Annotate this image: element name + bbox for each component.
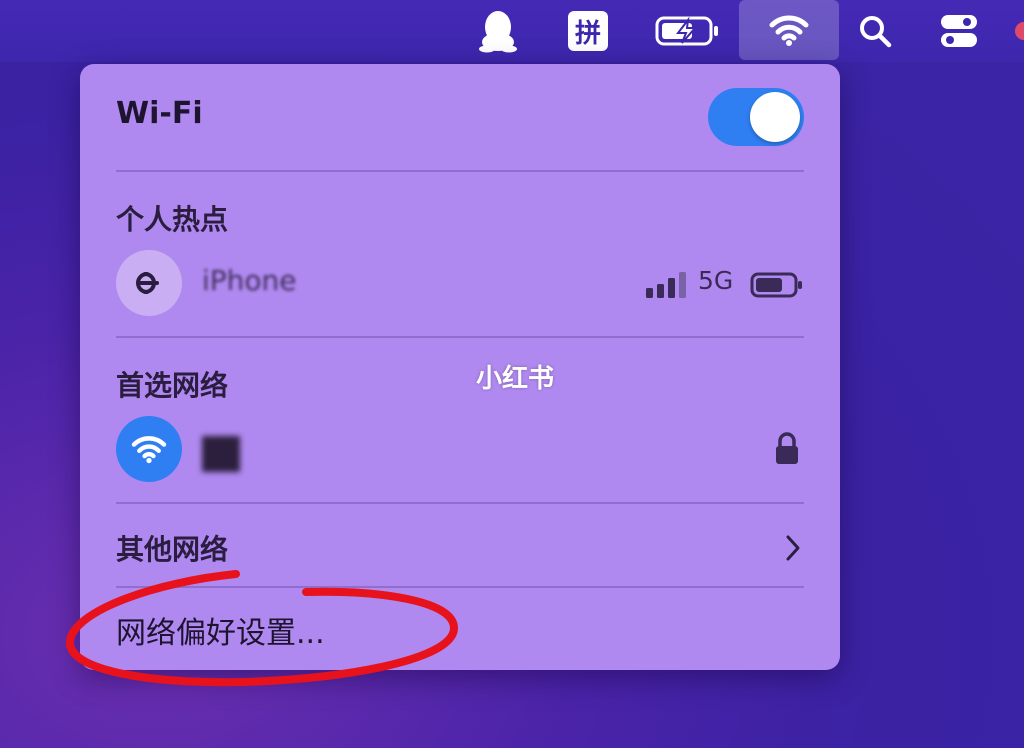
divider <box>116 586 804 588</box>
wifi-icon <box>769 15 809 46</box>
hotspot-row[interactable]: iPhone 5G <box>80 244 840 324</box>
redacted-network-name <box>202 436 240 472</box>
wifi-toggle[interactable] <box>708 88 804 146</box>
pinyin-label: 拼 <box>568 11 608 51</box>
record-indicator-icon <box>1014 0 1024 62</box>
control-center-icon[interactable] <box>932 0 986 62</box>
wifi-menu-button[interactable] <box>739 0 839 60</box>
cellular-signal-icon <box>646 272 688 302</box>
network-preferences-link[interactable]: 网络偏好设置... <box>116 608 325 652</box>
pinyin-input-icon[interactable]: 拼 <box>562 0 614 62</box>
wifi-dropdown-panel: Wi-Fi 个人热点 iPhone 5G 首选网络 其他网络 网络偏好设置... <box>80 64 840 670</box>
hotspot-battery-icon <box>750 272 804 302</box>
other-networks-row[interactable]: 其他网络 <box>80 516 840 576</box>
wifi-title: Wi-Fi <box>116 96 203 131</box>
chevron-right-icon <box>784 534 802 566</box>
preferred-network-row[interactable] <box>80 414 840 486</box>
hotspot-link-icon <box>116 250 182 316</box>
hotspot-section-label: 个人热点 <box>116 203 229 236</box>
wifi-network-icon <box>116 416 182 482</box>
other-networks-label: 其他网络 <box>116 533 229 566</box>
toggle-knob <box>750 92 800 142</box>
divider <box>116 502 804 504</box>
divider <box>116 336 804 338</box>
divider <box>116 170 804 172</box>
lock-icon <box>774 432 800 470</box>
xiaohongshu-watermark: 小红书 <box>476 364 555 394</box>
battery-charging-icon[interactable] <box>652 0 724 62</box>
qq-penguin-icon[interactable] <box>470 0 526 62</box>
hotspot-device-name: iPhone <box>202 264 297 297</box>
preferred-networks-label: 首选网络 <box>116 369 229 402</box>
search-icon[interactable] <box>852 0 898 62</box>
menu-bar: 拼 <box>0 0 1024 62</box>
network-type-label: 5G <box>698 266 734 295</box>
